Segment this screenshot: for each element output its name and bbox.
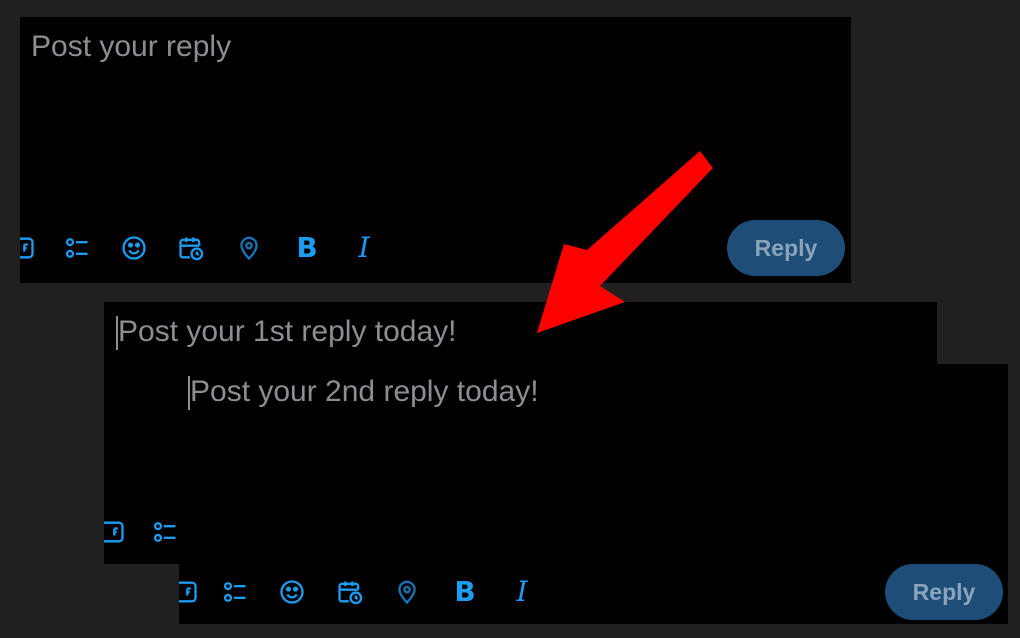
italic-icon[interactable]: I (506, 576, 538, 608)
reply-composer-bottom: Post your 2nd reply today! B I Reply (179, 364, 1008, 624)
emoji-icon[interactable] (118, 232, 150, 264)
location-icon[interactable] (391, 576, 423, 608)
reply-placeholder[interactable]: Post your reply (31, 30, 231, 64)
reply-placeholder[interactable]: Post your 1st reply today! (118, 315, 457, 349)
schedule-icon[interactable] (334, 576, 366, 608)
poll-icon[interactable] (149, 516, 181, 548)
poll-icon[interactable] (61, 232, 93, 264)
location-icon[interactable] (233, 232, 265, 264)
reply-placeholder[interactable]: Post your 2nd reply today! (190, 375, 539, 409)
poll-icon[interactable] (219, 576, 251, 608)
italic-icon[interactable]: I (348, 232, 380, 264)
bold-icon[interactable]: B (449, 576, 481, 608)
emoji-icon[interactable] (276, 576, 308, 608)
reply-composer-top: Post your reply B I Reply (20, 17, 851, 283)
reply-button[interactable]: Reply (727, 220, 845, 276)
gif-icon[interactable] (179, 576, 201, 608)
reply-button[interactable]: Reply (885, 564, 1003, 620)
schedule-icon[interactable] (175, 232, 207, 264)
bold-icon[interactable]: B (291, 232, 323, 264)
gif-icon[interactable] (20, 232, 38, 264)
gif-icon[interactable] (104, 516, 128, 548)
